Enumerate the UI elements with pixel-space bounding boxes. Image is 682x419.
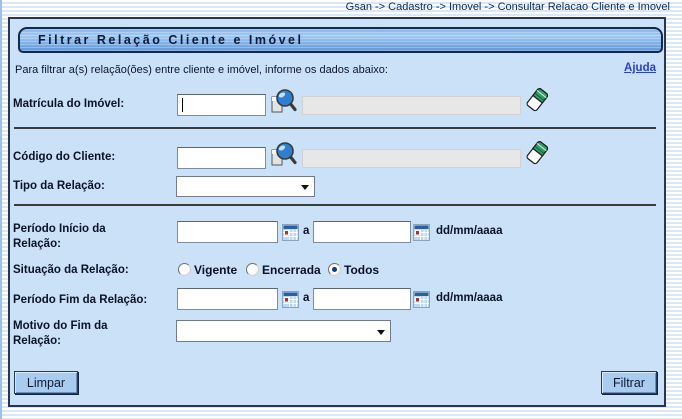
codigo-cliente-search-button[interactable] [269, 140, 297, 168]
filter-panel: Filtrar Relação Cliente e Imóvel Para fi… [8, 17, 666, 407]
radio-vigente[interactable] [178, 263, 191, 276]
calendar-icon [413, 224, 430, 241]
periodo-fim-calendar-to-button[interactable] [413, 291, 430, 308]
periodo-fim-label: Período Fim da Relação: [13, 293, 147, 308]
codigo-cliente-label: Código do Cliente: [13, 150, 115, 165]
radio-todos-label: Todos [344, 263, 379, 277]
periodo-inicio-label: Período Início da Relação: [13, 222, 133, 252]
periodo-inicio-date-from-input[interactable] [177, 221, 278, 243]
periodo-inicio-date-to-input[interactable] [313, 221, 411, 243]
section-divider [14, 204, 656, 206]
help-link[interactable]: Ajuda [624, 62, 656, 74]
radio-vigente-label: Vigente [194, 263, 237, 277]
breadcrumb: Gsan -> Cadastro -> Imovel -> Consultar … [346, 1, 670, 13]
radio-todos[interactable] [328, 263, 341, 276]
section-divider [14, 127, 656, 129]
periodo-fim-format-hint: dd/mm/aaaa [436, 292, 502, 304]
eraser-icon [524, 87, 550, 113]
filtrar-button[interactable]: Filtrar [601, 371, 657, 394]
radio-encerrada-label: Encerrada [262, 263, 321, 277]
calendar-icon [282, 291, 299, 308]
matricula-display-field [302, 96, 521, 115]
calendar-icon [413, 291, 430, 308]
matricula-search-button[interactable] [269, 87, 297, 115]
matricula-input[interactable] [177, 94, 266, 116]
codigo-cliente-display-field [302, 149, 521, 168]
intro-text: Para filtrar a(s) relação(ões) entre cli… [15, 64, 388, 76]
matricula-erase-button[interactable] [524, 87, 550, 113]
tipo-relacao-select[interactable] [176, 176, 315, 197]
page-left-edge [0, 0, 2, 419]
motivo-fim-select[interactable] [176, 320, 391, 342]
limpar-button[interactable]: Limpar [14, 371, 78, 394]
panel-titlebar: Filtrar Relação Cliente e Imóvel [18, 27, 663, 53]
periodo-fim-calendar-from-button[interactable] [282, 291, 299, 308]
search-icon [269, 87, 297, 115]
chevron-down-icon [377, 330, 385, 335]
search-icon [269, 140, 297, 168]
periodo-inicio-calendar-from-button[interactable] [282, 224, 299, 241]
chevron-down-icon [301, 185, 309, 190]
periodo-inicio-format-hint: dd/mm/aaaa [436, 225, 502, 237]
codigo-cliente-input[interactable] [177, 147, 266, 169]
text-caret [182, 98, 183, 112]
page-background: Gsan -> Cadastro -> Imovel -> Consultar … [0, 0, 682, 419]
periodo-inicio-range-separator: a [303, 225, 309, 237]
eraser-icon [524, 140, 550, 166]
periodo-fim-range-separator: a [303, 292, 309, 304]
periodo-inicio-calendar-to-button[interactable] [413, 224, 430, 241]
motivo-fim-label: Motivo do Fim da Relação: [13, 319, 133, 349]
tipo-relacao-label: Tipo da Relação: [13, 179, 105, 194]
periodo-fim-date-to-input[interactable] [313, 288, 411, 310]
situacao-relacao-label: Situação da Relação: [13, 263, 129, 278]
calendar-icon [282, 224, 299, 241]
codigo-cliente-erase-button[interactable] [524, 140, 550, 166]
periodo-fim-date-from-input[interactable] [177, 288, 278, 310]
page-title: Filtrar Relação Cliente e Imóvel [20, 33, 304, 47]
matricula-label: Matrícula do Imóvel: [13, 97, 124, 112]
radio-encerrada[interactable] [246, 263, 259, 276]
